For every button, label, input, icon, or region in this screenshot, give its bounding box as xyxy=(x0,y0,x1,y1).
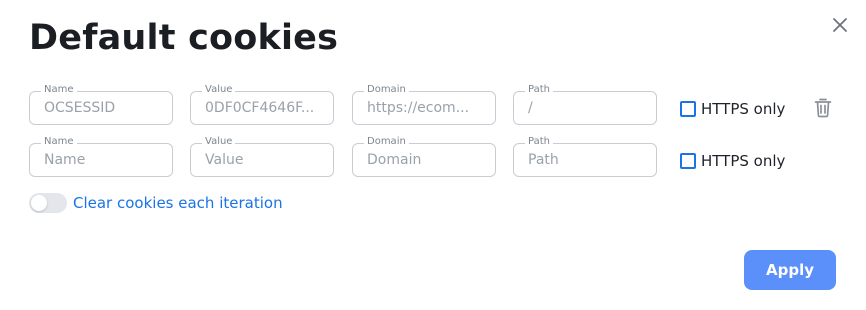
clear-cookies-label[interactable]: Clear cookies each iteration xyxy=(73,194,283,212)
cookie-path-label: Path xyxy=(525,136,553,148)
checkbox-box[interactable] xyxy=(680,153,696,169)
cookie-value-value: 0DF0CF4646F... xyxy=(205,100,315,116)
default-cookies-dialog: Default cookies Name OCSESSID Value 0DF0… xyxy=(0,0,866,310)
cookie-path-input[interactable]: Path Path xyxy=(513,136,657,177)
cookie-name-label: Name xyxy=(41,136,77,148)
cookie-value-field[interactable]: Value 0DF0CF4646F... xyxy=(190,84,334,125)
https-only-label: HTTPS only xyxy=(701,152,786,170)
https-only-checkbox[interactable]: HTTPS only xyxy=(680,100,786,118)
https-only-label: HTTPS only xyxy=(701,100,786,118)
cookie-row: Name Name Value Value Domain Domain Path… xyxy=(29,136,829,179)
cookie-name-input[interactable]: Name Name xyxy=(29,136,173,177)
clear-cookies-toggle[interactable] xyxy=(29,193,67,213)
cookie-name-placeholder: Name xyxy=(44,152,86,168)
cookie-domain-value: https://ecom... xyxy=(367,100,470,116)
cookie-value-input[interactable]: Value Value xyxy=(190,136,334,177)
cookie-domain-label: Domain xyxy=(364,84,409,96)
cookie-value-label: Value xyxy=(202,136,236,148)
cookie-name-field[interactable]: Name OCSESSID xyxy=(29,84,173,125)
cookie-row: Name OCSESSID Value 0DF0CF4646F... Domai… xyxy=(29,84,829,127)
dialog-title: Default cookies xyxy=(29,18,339,58)
clear-cookies-option: Clear cookies each iteration xyxy=(29,193,283,213)
cookie-value-placeholder: Value xyxy=(205,152,244,168)
close-icon[interactable] xyxy=(830,15,850,35)
cookie-value-label: Value xyxy=(202,84,236,96)
cookie-path-label: Path xyxy=(525,84,553,96)
cookie-path-placeholder: Path xyxy=(528,152,559,168)
cookie-path-field[interactable]: Path / xyxy=(513,84,657,125)
cookie-path-value: / xyxy=(528,100,533,116)
cookie-domain-field[interactable]: Domain https://ecom... xyxy=(352,84,496,125)
toggle-knob xyxy=(31,195,47,211)
https-only-checkbox[interactable]: HTTPS only xyxy=(680,152,786,170)
cookie-domain-label: Domain xyxy=(364,136,409,148)
trash-icon[interactable] xyxy=(811,96,835,120)
cookie-domain-input[interactable]: Domain Domain xyxy=(352,136,496,177)
cookie-name-label: Name xyxy=(41,84,77,96)
cookie-name-value: OCSESSID xyxy=(44,100,116,116)
checkbox-box[interactable] xyxy=(680,101,696,117)
apply-button[interactable]: Apply xyxy=(744,250,836,290)
cookie-domain-placeholder: Domain xyxy=(367,152,422,168)
